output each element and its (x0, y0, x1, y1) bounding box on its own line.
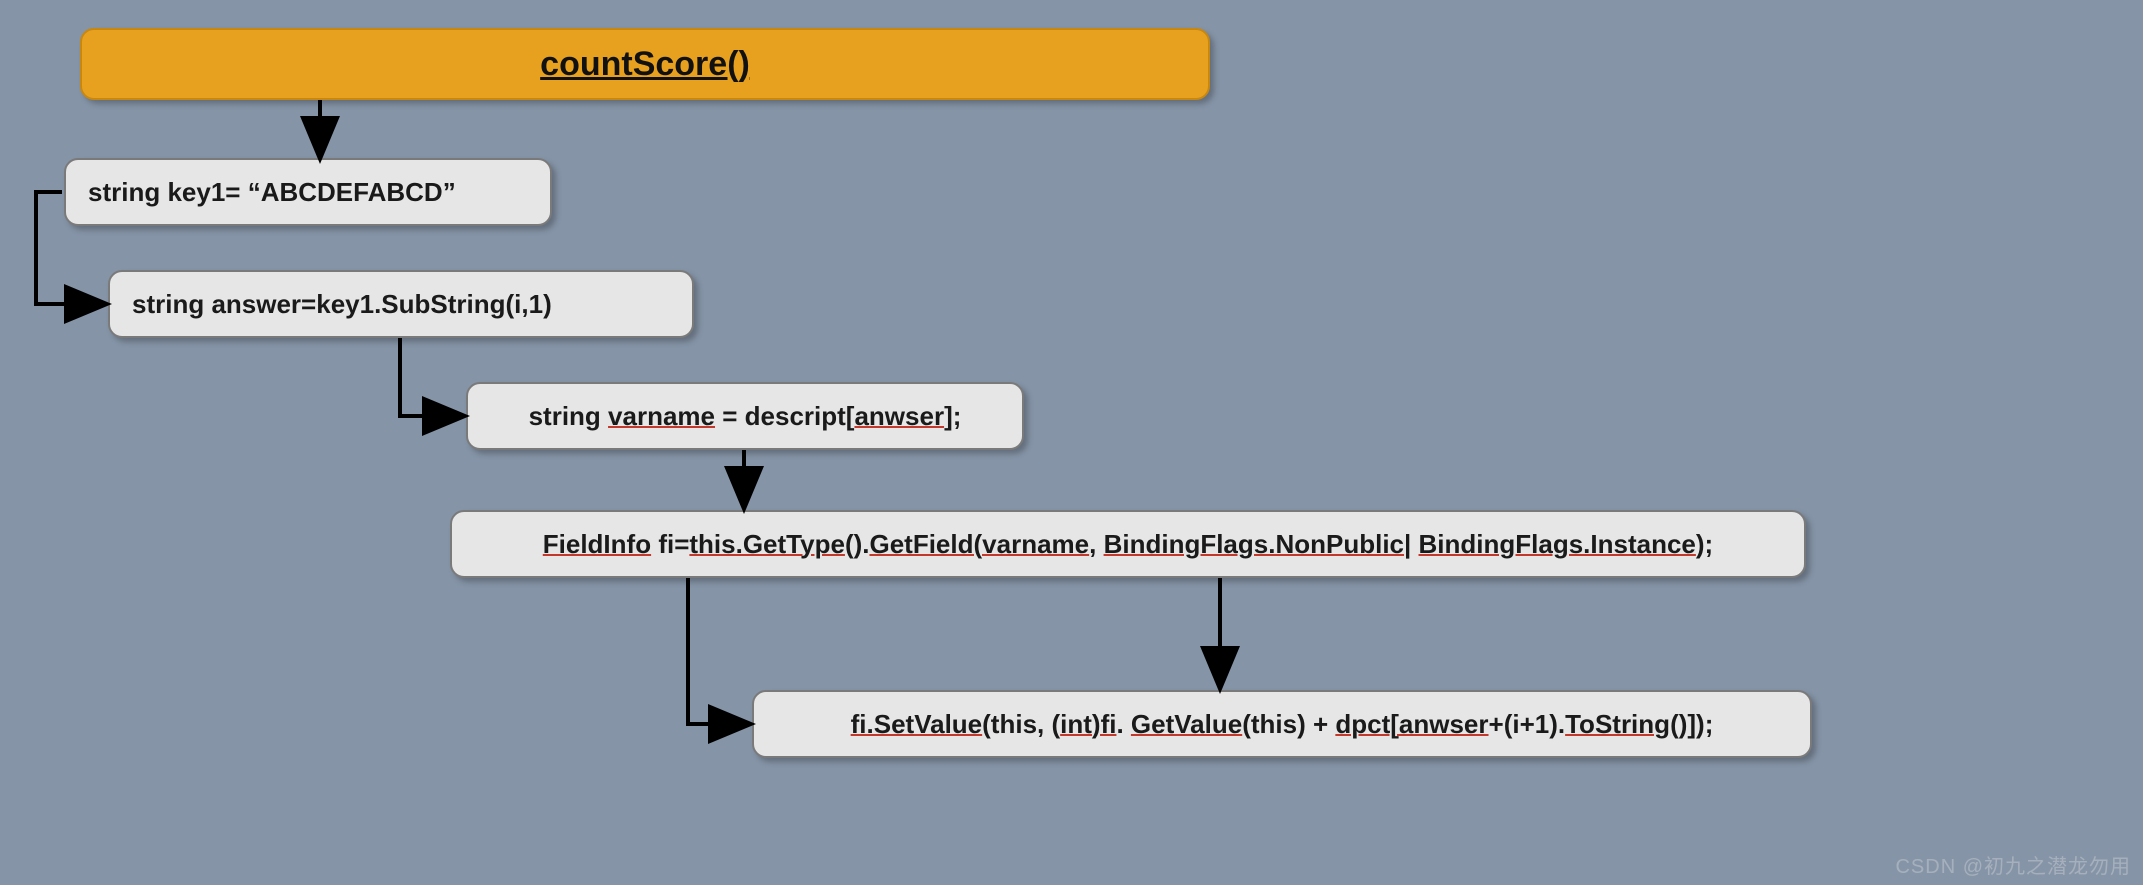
step-answer: string answer=key1.SubString(i,1) (108, 270, 694, 338)
arrow-n2-n3 (400, 338, 462, 416)
step-setvalue: fi.SetValue(this, (int)fi. GetValue(this… (752, 690, 1812, 758)
step-varname-text: string varname = descript[anwser]; (529, 401, 962, 432)
title-text: countScore() (540, 45, 750, 84)
step-fieldinfo-text: FieldInfo fi=this.GetType().GetField(var… (543, 529, 1713, 560)
step-varname: string varname = descript[anwser]; (466, 382, 1024, 450)
step-answer-text: string answer=key1.SubString(i,1) (132, 289, 552, 320)
watermark: CSDN @初九之潜龙勿用 (1895, 850, 2131, 879)
step-setvalue-text: fi.SetValue(this, (int)fi. GetValue(this… (851, 709, 1714, 740)
function-title: countScore() (80, 28, 1210, 100)
step-key1: string key1= “ABCDEFABCD” (64, 158, 552, 226)
step-fieldinfo: FieldInfo fi=this.GetType().GetField(var… (450, 510, 1806, 578)
step-key1-text: string key1= “ABCDEFABCD” (88, 177, 456, 208)
arrow-n4-n5 (688, 578, 748, 724)
